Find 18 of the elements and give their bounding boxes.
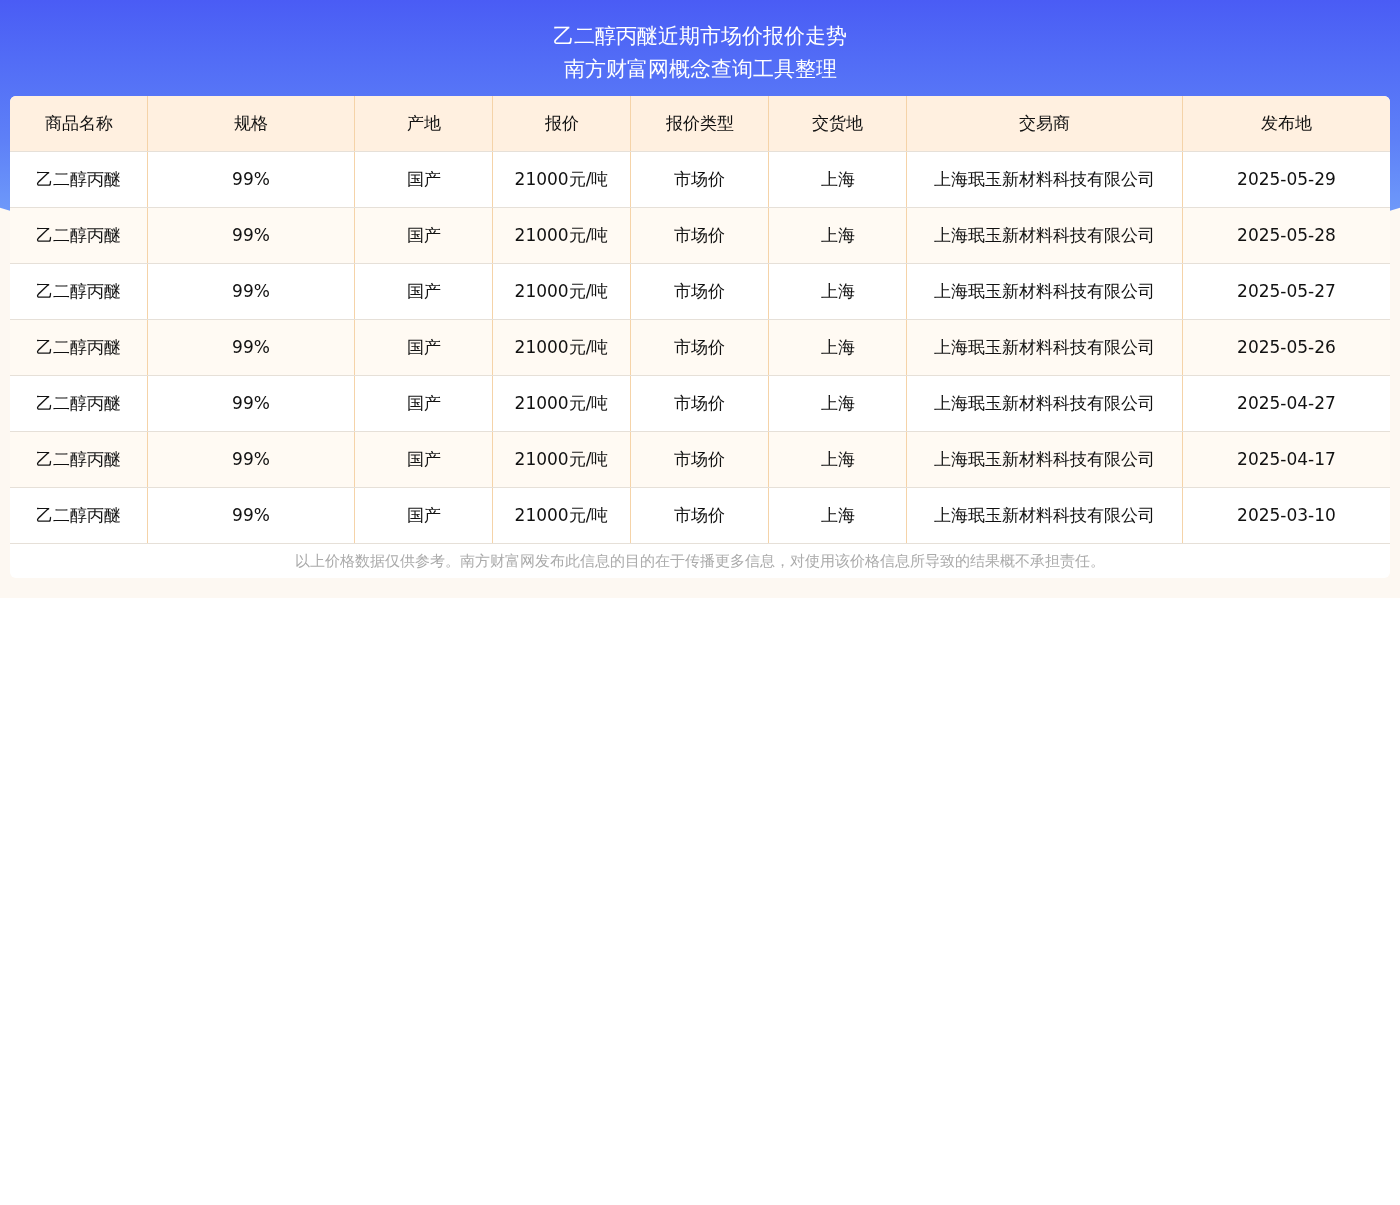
table-cell-text: 乙二醇丙醚	[35, 447, 122, 471]
column-header: 商品名称	[43, 111, 114, 135]
page-title: 乙二醇丙醚近期市场价报价走势	[553, 23, 847, 50]
disclaimer-text: 以上价格数据仅供参考。南方财富网发布此信息的目的在于传播更多信息，对使用该价格信息所导致的结果概不承担责任。	[295, 550, 1105, 572]
page-title: 南方财富网概念查询工具整理	[563, 56, 837, 83]
table-cell: 21000元/吨	[492, 488, 630, 543]
table-cell-text: 乙二醇丙醚	[35, 335, 122, 359]
table-cell: 上海珉玉新材料科技有限公司	[906, 488, 1182, 543]
table-cell: 上海	[768, 488, 906, 543]
table-cell: 国产	[354, 488, 492, 543]
table-cell-text: 乙二醇丙醚	[35, 223, 122, 247]
table-cell: 2025-03-10	[1182, 488, 1390, 543]
table-cell-text: 乙二醇丙醚	[35, 391, 122, 415]
table-cell: 99%	[147, 488, 354, 543]
table-cell-text: 乙二醇丙醚	[35, 167, 122, 191]
table-cell-text: 乙二醇丙醚	[35, 279, 122, 303]
table-cell-text: 乙二醇丙醚	[35, 503, 122, 527]
table-cell: 市场价	[630, 488, 768, 543]
